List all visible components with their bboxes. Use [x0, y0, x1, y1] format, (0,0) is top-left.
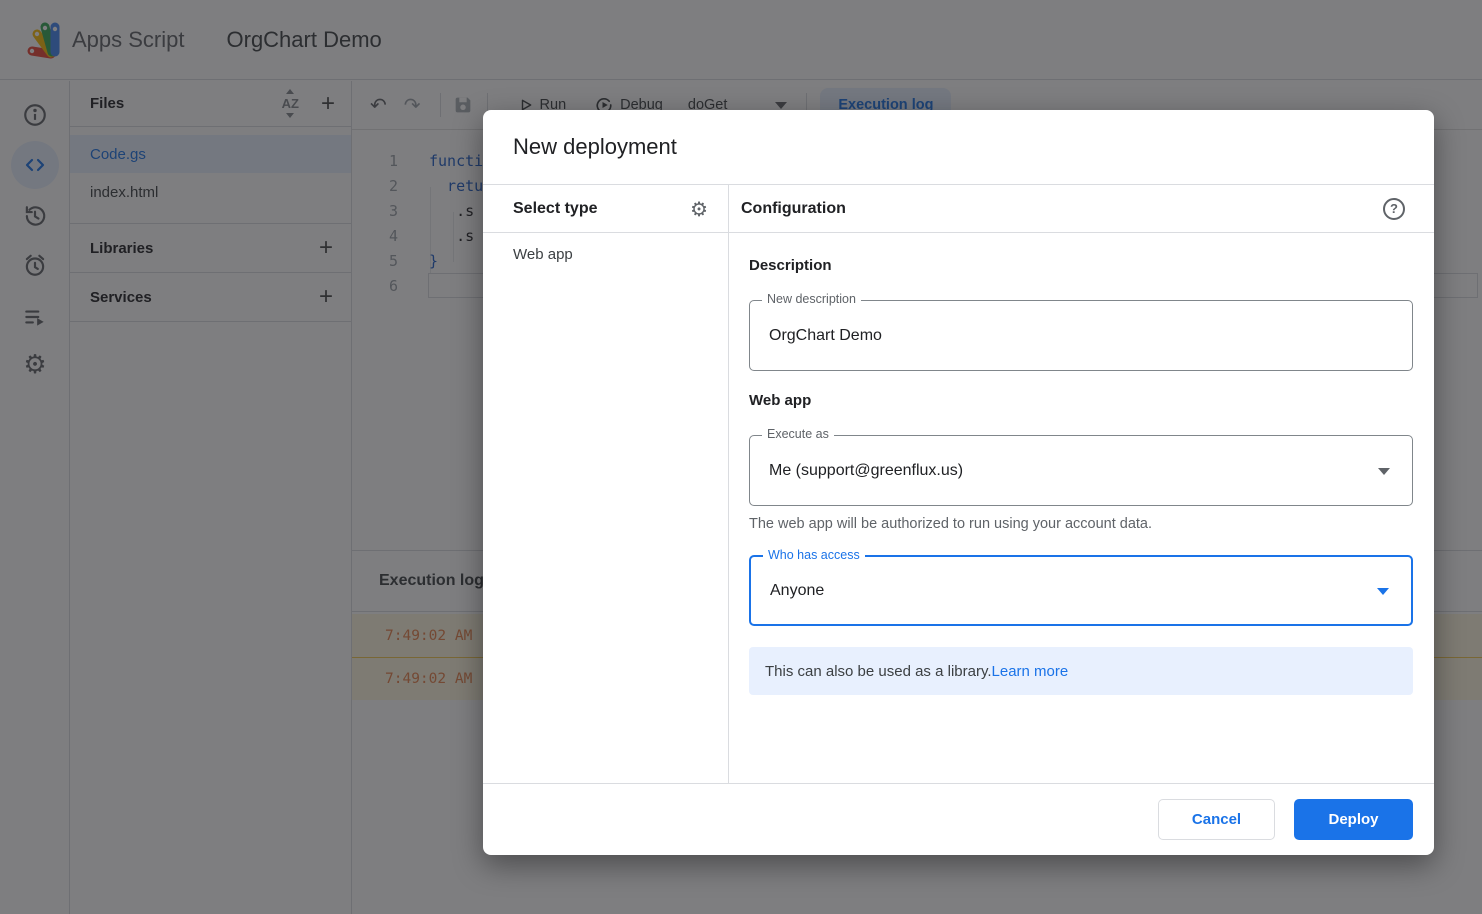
library-info-box: This can also be used as a library. Lear… [749, 647, 1413, 695]
library-note: This can also be used as a library. [765, 663, 992, 680]
execute-as-select[interactable]: Execute as Me (support@greenflux.us) [749, 435, 1413, 506]
dialog-footer: Cancel Deploy [483, 783, 1434, 855]
web-app-section-label: Web app [749, 392, 811, 409]
execute-as-helper: The web app will be authorized to run us… [749, 516, 1152, 532]
who-has-access-dropdown-icon[interactable] [1377, 588, 1389, 595]
configuration-header: Configuration ? [729, 185, 1434, 233]
help-icon[interactable]: ? [1383, 198, 1405, 220]
learn-more-link[interactable]: Learn more [992, 663, 1069, 680]
who-has-access-select[interactable]: Who has access Anyone [749, 555, 1413, 626]
execute-as-dropdown-icon[interactable] [1378, 468, 1390, 475]
execute-as-value: Me (support@greenflux.us) [769, 462, 963, 480]
deploy-button[interactable]: Deploy [1294, 799, 1413, 840]
configuration-column: Configuration ? Description New descript… [729, 185, 1434, 783]
execute-as-label: Execute as [762, 427, 834, 441]
select-type-header: Select type ⚙ [483, 185, 728, 233]
new-description-label: New description [762, 292, 861, 306]
configuration-body: Description New description OrgChart Dem… [729, 233, 1434, 783]
cancel-button[interactable]: Cancel [1158, 799, 1275, 840]
apps-script-screen: Apps Script OrgChart Demo [0, 0, 1482, 914]
who-has-access-label: Who has access [763, 548, 865, 562]
new-description-value: OrgChart Demo [769, 327, 882, 345]
type-option-web-app[interactable]: Web app [483, 233, 728, 275]
new-deployment-dialog: New deployment Select type ⚙ Web app Con… [483, 110, 1434, 855]
deployment-type-settings-icon[interactable]: ⚙ [690, 197, 708, 221]
new-description-input[interactable]: New description OrgChart Demo [749, 300, 1413, 371]
select-type-column: Select type ⚙ Web app [483, 185, 729, 783]
description-section-label: Description [749, 257, 832, 274]
dialog-title: New deployment [483, 110, 1434, 185]
who-has-access-value: Anyone [770, 582, 824, 600]
